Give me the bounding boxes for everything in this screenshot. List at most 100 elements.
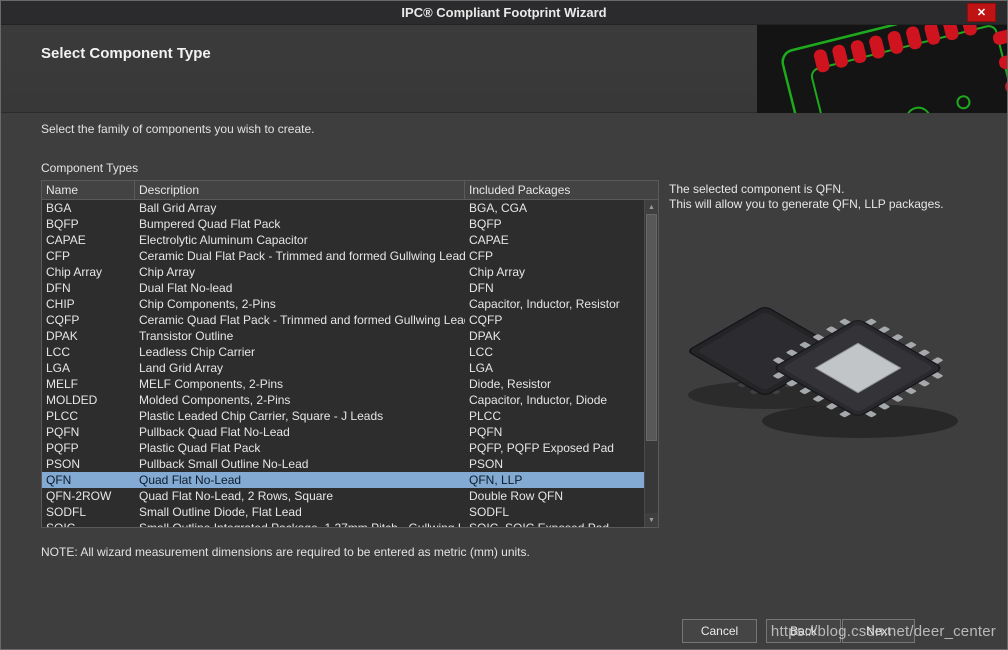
cell-name: DFN [42,280,135,296]
cell-name: MELF [42,376,135,392]
table-row[interactable]: BQFPBumpered Quad Flat PackBQFP [42,216,644,232]
cell-packages: Diode, Resistor [465,376,644,392]
table-row[interactable]: MELFMELF Components, 2-PinsDiode, Resist… [42,376,644,392]
cell-description: Small Outline Diode, Flat Lead [135,504,465,520]
table-row[interactable]: CFPCeramic Dual Flat Pack - Trimmed and … [42,248,644,264]
cell-packages: DPAK [465,328,644,344]
cell-description: Molded Components, 2-Pins [135,392,465,408]
selection-summary: The selected component is QFN. This will… [669,182,1004,212]
cell-name: BQFP [42,216,135,232]
table-row[interactable]: CQFPCeramic Quad Flat Pack - Trimmed and… [42,312,644,328]
cell-name: PLCC [42,408,135,424]
cell-description: Ball Grid Array [135,200,465,216]
component-types-table: Name Description Included Packages BGABa… [41,180,659,528]
header-banner: Select Component Type [1,25,1007,113]
wizard-window: IPC® Compliant Footprint Wizard ✕ Select… [0,0,1008,650]
table-row[interactable]: PQFPPlastic Quad Flat PackPQFP, PQFP Exp… [42,440,644,456]
cell-name: SOIC [42,520,135,527]
cell-name: PSON [42,456,135,472]
cell-packages: BQFP [465,216,644,232]
cell-description: Ceramic Quad Flat Pack - Trimmed and for… [135,312,465,328]
cell-description: Plastic Leaded Chip Carrier, Square - J … [135,408,465,424]
cell-packages: Double Row QFN [465,488,644,504]
cell-packages: Capacitor, Inductor, Diode [465,392,644,408]
cell-name: PQFP [42,440,135,456]
cell-packages: PQFN [465,424,644,440]
cell-description: Electrolytic Aluminum Capacitor [135,232,465,248]
cell-name: CAPAE [42,232,135,248]
cell-name: DPAK [42,328,135,344]
component-types-label: Component Types [41,161,138,175]
cell-description: Chip Array [135,264,465,280]
column-header-packages[interactable]: Included Packages [465,181,658,199]
table-row[interactable]: DFNDual Flat No-leadDFN [42,280,644,296]
cell-description: Dual Flat No-lead [135,280,465,296]
table-body: BGABall Grid ArrayBGA, CGABQFPBumpered Q… [42,200,644,527]
table-row[interactable]: LCCLeadless Chip CarrierLCC [42,344,644,360]
cell-packages: CFP [465,248,644,264]
table-row[interactable]: SOICSmall Outline Integrated Package, 1.… [42,520,644,527]
table-row[interactable]: CAPAEElectrolytic Aluminum CapacitorCAPA… [42,232,644,248]
cell-packages: LCC [465,344,644,360]
cell-name: PQFN [42,424,135,440]
table-row[interactable]: MOLDEDMolded Components, 2-PinsCapacitor… [42,392,644,408]
window-title: IPC® Compliant Footprint Wizard [401,5,606,20]
qfn-3d-image [673,273,973,458]
instruction-text: Select the family of components you wish… [41,122,314,136]
table-row[interactable]: QFNQuad Flat No-LeadQFN, LLP [42,472,644,488]
table-row[interactable]: LGALand Grid ArrayLGA [42,360,644,376]
table-row[interactable]: BGABall Grid ArrayBGA, CGA [42,200,644,216]
cell-description: Leadless Chip Carrier [135,344,465,360]
cell-packages: CQFP [465,312,644,328]
cell-packages: LGA [465,360,644,376]
close-icon: ✕ [977,6,986,19]
table-row[interactable]: Chip ArrayChip ArrayChip Array [42,264,644,280]
cell-description: Bumpered Quad Flat Pack [135,216,465,232]
table-row[interactable]: QFN-2ROWQuad Flat No-Lead, 2 Rows, Squar… [42,488,644,504]
cell-description: Chip Components, 2-Pins [135,296,465,312]
chevron-down-icon: ▼ [648,517,655,524]
next-button[interactable]: Next [842,619,915,643]
cell-packages: CAPAE [465,232,644,248]
table-row[interactable]: PSONPullback Small Outline No-LeadPSON [42,456,644,472]
cell-packages: SOIC, SOIC Exposed Pad [465,520,644,527]
cell-description: Pullback Quad Flat No-Lead [135,424,465,440]
cell-description: Ceramic Dual Flat Pack - Trimmed and for… [135,248,465,264]
pcb-footprint-image [757,25,1007,113]
cell-description: Transistor Outline [135,328,465,344]
column-header-description[interactable]: Description [135,181,465,199]
table-scrollbar[interactable]: ▲ ▼ [644,200,658,527]
cell-description: Small Outline Integrated Package, 1.27mm… [135,520,465,527]
column-header-name[interactable]: Name [42,181,135,199]
selection-summary-line1: The selected component is QFN. [669,182,1004,197]
cell-packages: QFN, LLP [465,472,644,488]
titlebar: IPC® Compliant Footprint Wizard [1,1,1007,25]
cell-description: Quad Flat No-Lead [135,472,465,488]
table-row[interactable]: PLCCPlastic Leaded Chip Carrier, Square … [42,408,644,424]
cell-packages: PLCC [465,408,644,424]
table-header-row: Name Description Included Packages [42,181,658,200]
scrollbar-track[interactable] [645,214,658,513]
cell-packages: DFN [465,280,644,296]
close-button[interactable]: ✕ [967,3,996,22]
back-button[interactable]: Back [766,619,841,643]
cell-description: Plastic Quad Flat Pack [135,440,465,456]
cell-description: Quad Flat No-Lead, 2 Rows, Square [135,488,465,504]
cell-name: CQFP [42,312,135,328]
cell-name: SODFL [42,504,135,520]
table-row[interactable]: PQFNPullback Quad Flat No-LeadPQFN [42,424,644,440]
scroll-up-button[interactable]: ▲ [645,200,658,214]
cell-packages: PQFP, PQFP Exposed Pad [465,440,644,456]
cell-name: CFP [42,248,135,264]
cell-name: LGA [42,360,135,376]
cell-packages: PSON [465,456,644,472]
table-row[interactable]: DPAKTransistor OutlineDPAK [42,328,644,344]
cell-name: QFN-2ROW [42,488,135,504]
table-row[interactable]: SODFLSmall Outline Diode, Flat LeadSODFL [42,504,644,520]
cell-name: LCC [42,344,135,360]
cancel-button[interactable]: Cancel [682,619,757,643]
scrollbar-thumb[interactable] [646,214,657,441]
cell-description: Land Grid Array [135,360,465,376]
scroll-down-button[interactable]: ▼ [645,513,658,527]
table-row[interactable]: CHIPChip Components, 2-PinsCapacitor, In… [42,296,644,312]
